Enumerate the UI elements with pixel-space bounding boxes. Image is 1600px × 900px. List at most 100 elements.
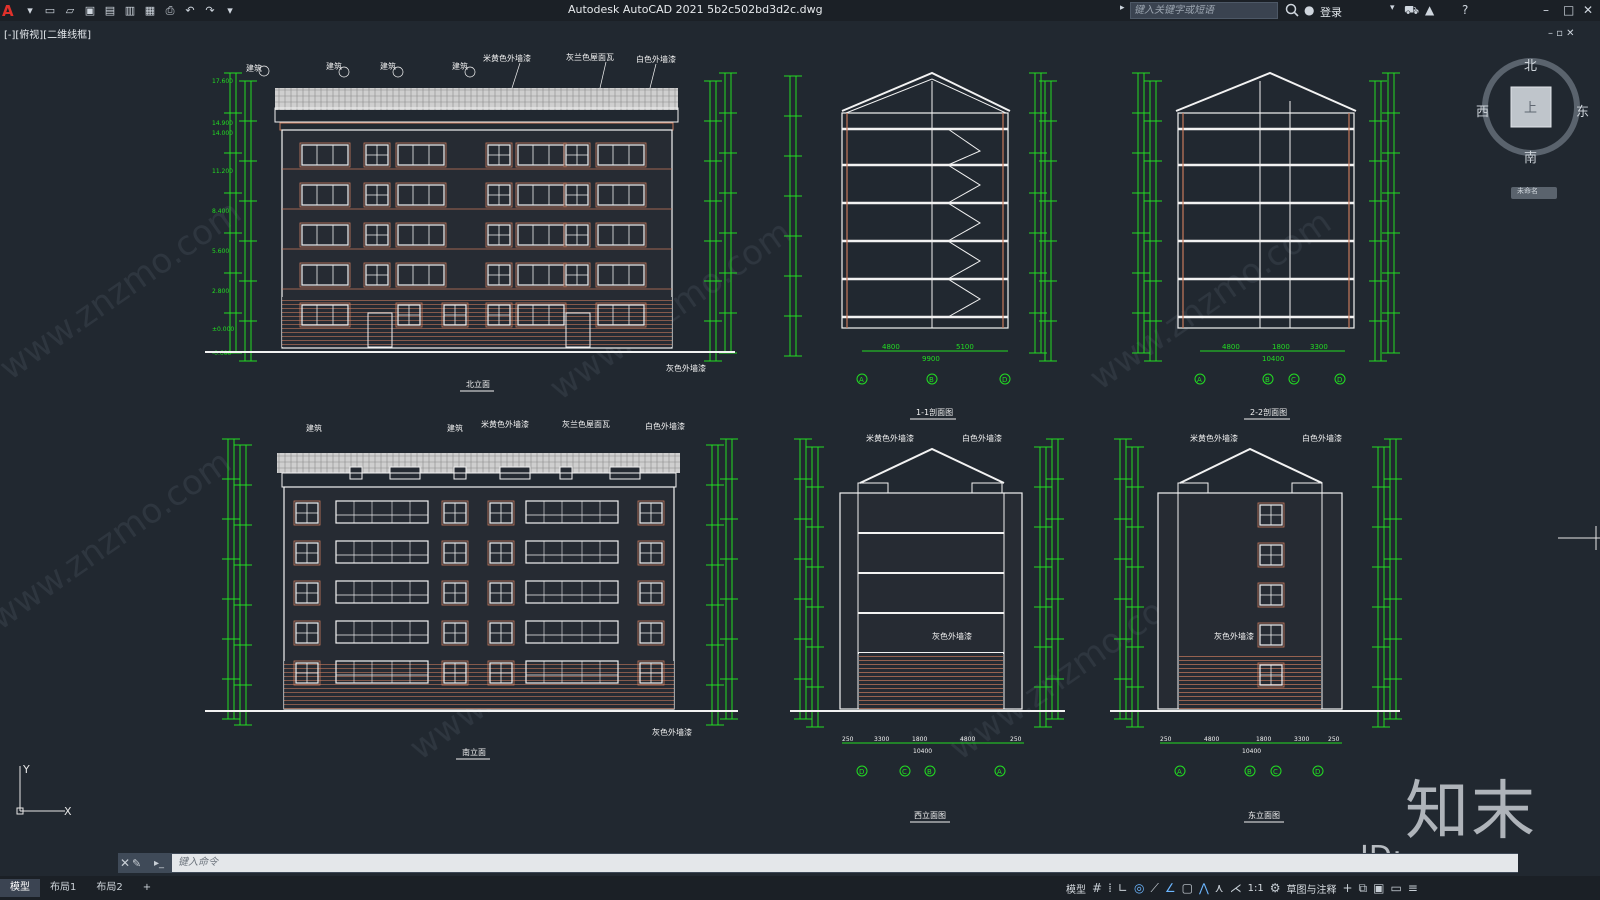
level-label: 11.200 — [212, 168, 233, 175]
axis-label: B — [1247, 768, 1252, 776]
compass-west[interactable]: 西 — [1476, 101, 1489, 120]
print-icon[interactable]: ⎙ — [162, 3, 178, 19]
plus-icon[interactable]: + — [1342, 881, 1352, 895]
annotation: 米黄色外墙漆 — [1190, 433, 1238, 443]
level-label: 14.900 — [212, 120, 233, 127]
auto-scale-icon[interactable]: ⋏ — [1215, 881, 1224, 895]
wcs-menu[interactable]: 未命名 — [1517, 186, 1538, 196]
maximize-icon[interactable]: □ — [1563, 3, 1574, 17]
viewcube[interactable]: 北 南 西 东 上 未命名 — [1466, 55, 1596, 205]
axis-label: B — [929, 376, 934, 384]
clean-screen-icon[interactable]: ▭ — [1390, 881, 1401, 895]
model-space-toggle[interactable]: 模型 — [1066, 881, 1086, 896]
dimension-label: 3300 — [1294, 736, 1309, 743]
search-icon[interactable] — [1284, 2, 1300, 18]
export-icon[interactable]: ▦ — [142, 3, 158, 19]
command-line: ✕ ✎ ▸_ 键入命令 — [118, 853, 1518, 873]
cart-icon[interactable]: ⛟ — [1404, 3, 1419, 19]
import-icon[interactable]: ▥ — [122, 3, 138, 19]
drawing-caption: 南立面 — [462, 747, 486, 757]
object-snap-tracking-icon[interactable]: ∠ — [1165, 881, 1176, 895]
axis-label: B — [927, 768, 932, 776]
ucs-icon: Y X — [16, 763, 72, 818]
level-label: 8.400 — [212, 208, 229, 215]
login-link[interactable]: 登录 — [1320, 4, 1342, 20]
isodraft-icon[interactable]: ⟋ — [1150, 881, 1158, 896]
close-icon[interactable]: ✕ — [118, 856, 132, 870]
axis-label: A — [997, 768, 1002, 776]
command-input[interactable]: 键入命令 — [172, 854, 1518, 872]
annotation-visibility-icon[interactable]: ⋀ — [1199, 881, 1209, 895]
axis-label: A — [1197, 376, 1202, 384]
redo-icon[interactable]: ↷ — [202, 3, 218, 19]
annotation: 米黄色外墙漆 — [483, 53, 531, 63]
crosshair-cursor — [1558, 526, 1600, 550]
dimension-label: 3300 — [874, 736, 889, 743]
new-file-icon[interactable]: ▭ — [42, 3, 58, 19]
hardware-acceleration-icon[interactable]: ▣ — [1373, 881, 1384, 895]
save-icon[interactable]: ▣ — [82, 3, 98, 19]
tab-model[interactable]: 模型 — [0, 879, 40, 897]
add-layout-button[interactable]: + — [133, 879, 161, 897]
wrench-icon[interactable]: ✎ — [132, 857, 148, 870]
watermark-logo: 知末 — [1405, 775, 1537, 849]
annotation: 灰色外墙漆 — [652, 727, 692, 737]
osnap-icon[interactable]: ▢ — [1182, 881, 1193, 895]
chevron-down-icon[interactable]: ▾ — [22, 3, 38, 19]
save-as-icon[interactable]: ▤ — [102, 3, 118, 19]
drawing-caption: 北立面 — [466, 379, 490, 389]
minimize-icon[interactable]: – — [1543, 3, 1549, 17]
axis-label: D — [1002, 376, 1007, 384]
search-input[interactable]: 键入关键字或短语 — [1130, 2, 1278, 19]
annotation: 白色外墙漆 — [962, 433, 1002, 443]
autocad-logo-icon[interactable]: A — [2, 3, 18, 19]
chevron-down-icon[interactable]: ▾ — [1390, 3, 1395, 13]
a360-icon[interactable]: ▲ — [1425, 3, 1434, 17]
compass-east[interactable]: 东 — [1576, 101, 1589, 120]
ortho-icon[interactable]: ∟ — [1118, 881, 1128, 895]
customize-menu-icon[interactable]: ≡ — [1408, 881, 1418, 895]
customize-qat-icon[interactable]: ▾ — [222, 3, 238, 19]
dimension-label: 1800 — [1272, 343, 1290, 351]
annotation: 白色外墙漆 — [1302, 433, 1342, 443]
workspace-selector[interactable]: 草图与注释 — [1286, 881, 1336, 896]
tab-layout2[interactable]: 布局2 — [86, 879, 132, 897]
viewcube-top-face[interactable]: 上 — [1524, 97, 1537, 116]
level-label: 5.600 — [212, 248, 229, 255]
annotation: 灰色外墙漆 — [1214, 631, 1254, 641]
dimension-label: 250 — [1010, 736, 1022, 743]
command-history-icon[interactable]: ▸_ — [154, 858, 172, 869]
dimension-label: 250 — [1160, 736, 1172, 743]
annotation: 灰色外墙漆 — [932, 631, 972, 641]
annotation: 米黄色外墙漆 — [481, 419, 529, 429]
north-elevation: 17.600 14.900 14.000 11.200 8.400 5.600 … — [205, 52, 738, 392]
drawing-caption: 1-1剖面图 — [916, 407, 953, 417]
user-icon[interactable]: ● — [1304, 3, 1314, 17]
polar-icon[interactable]: ◎ — [1134, 881, 1144, 895]
compass-north[interactable]: 北 — [1524, 55, 1537, 74]
annotation: 灰色外墙漆 — [666, 363, 706, 373]
grid-icon[interactable]: # — [1092, 881, 1102, 895]
dimension-label: 4800 — [1222, 343, 1240, 351]
tab-layout1[interactable]: 布局1 — [40, 879, 86, 897]
gear-icon[interactable]: ⚙ — [1270, 881, 1281, 895]
annotation-scale-icon[interactable]: ⋌ — [1230, 881, 1242, 895]
compass-south[interactable]: 南 — [1524, 147, 1537, 166]
drawing-canvas[interactable]: www.znzmo.com www.znzmo.com www.znzmo.co… — [0, 21, 1600, 851]
open-folder-icon[interactable]: ▱ — [62, 3, 78, 19]
window-title: Autodesk AutoCAD 2021 5b2c502bd3d2c.dwg — [568, 3, 823, 16]
dimension-label: 250 — [1328, 736, 1340, 743]
annotation: 建筑 — [306, 423, 322, 433]
search-expand-icon[interactable]: ▸ — [1120, 3, 1125, 13]
dimension-label: 10400 — [1242, 748, 1261, 755]
level-label: 14.000 — [212, 130, 233, 137]
watermark-text: www.znzmo.com — [0, 442, 239, 638]
snap-icon[interactable]: ⁞ — [1108, 881, 1112, 895]
undo-icon[interactable]: ↶ — [182, 3, 198, 19]
dimension-label: 250 — [842, 736, 854, 743]
isolate-objects-icon[interactable]: ⧉ — [1359, 881, 1368, 896]
close-icon[interactable]: ✕ — [1583, 3, 1593, 17]
scale-selector[interactable]: 1:1 — [1248, 883, 1264, 894]
west-elevation: 米黄色外墙漆 白色外墙漆 灰色外墙漆 250 3300 1800 4800 25… — [790, 433, 1065, 823]
help-icon[interactable]: ? — [1462, 3, 1468, 17]
